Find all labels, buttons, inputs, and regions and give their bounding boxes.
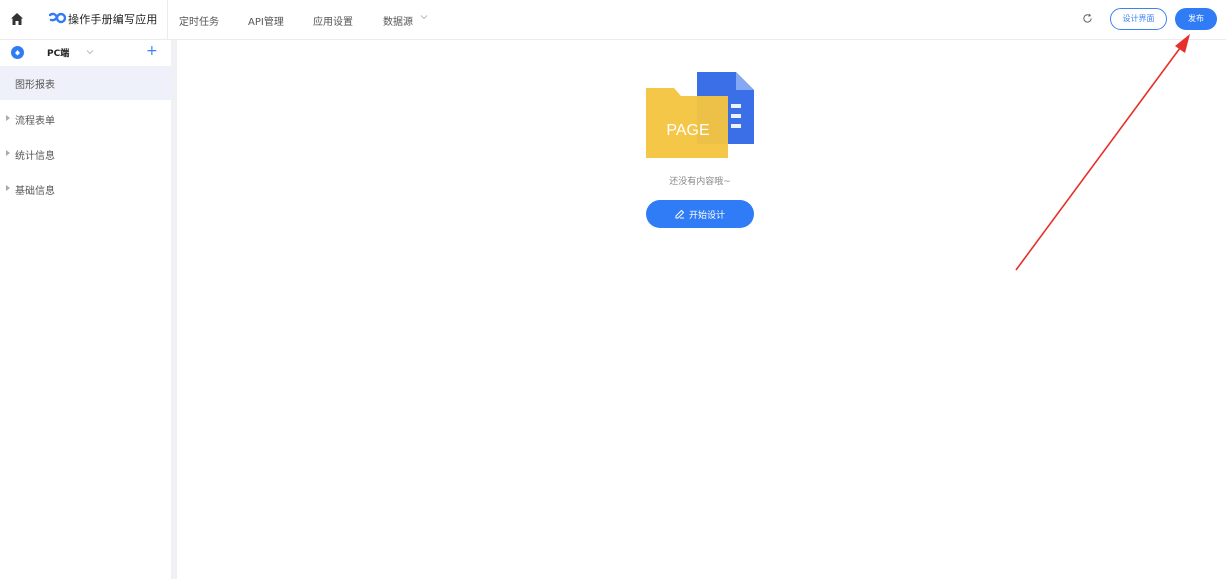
sidebar: PC端 + 图形报表 流程表单 统计信息 基础信息 <box>0 40 172 579</box>
empty-state-text: 还没有内容哦~ <box>669 177 731 187</box>
platform-label: PC端 <box>47 49 70 59</box>
sidebar-item-graph-report[interactable]: 图形报表 <box>0 66 171 100</box>
nav-scheduled-tasks[interactable]: 定时任务 <box>179 13 219 28</box>
chevron-down-icon[interactable] <box>86 49 94 55</box>
edit-icon <box>675 209 685 219</box>
app-title[interactable]: 操作手册编写应用 <box>68 11 158 27</box>
sidebar-item-label: 流程表单 <box>15 116 55 127</box>
sidebar-item-label: 统计信息 <box>15 151 55 162</box>
caret-right-icon <box>6 185 10 191</box>
plus-icon[interactable]: + <box>146 43 158 59</box>
start-design-label: 开始设计 <box>688 210 725 221</box>
page-illustration: PAGE <box>646 72 754 158</box>
refresh-icon[interactable] <box>1082 13 1093 24</box>
design-interface-button[interactable]: 设计界面 <box>1110 8 1167 30</box>
caret-right-icon <box>6 115 10 121</box>
chevron-down-icon[interactable] <box>420 13 428 21</box>
sidebar-item-statistics[interactable]: 统计信息 <box>0 137 171 171</box>
sidebar-item-label: 基础信息 <box>15 186 55 197</box>
illustration-label: PAGE <box>666 122 709 139</box>
home-icon[interactable] <box>9 11 25 27</box>
start-design-button[interactable]: 开始设计 <box>646 200 754 228</box>
sidebar-item-label: 图形报表 <box>15 80 55 91</box>
nav-data-source[interactable]: 数据源 <box>383 13 413 28</box>
nav-divider <box>167 0 168 39</box>
nav-api-management[interactable]: API管理 <box>248 13 284 28</box>
nav-app-settings[interactable]: 应用设置 <box>313 13 353 28</box>
publish-button[interactable]: 发布 <box>1175 8 1217 30</box>
sidebar-item-process-form[interactable]: 流程表单 <box>0 102 171 136</box>
top-bar: 操作手册编写应用 定时任务 API管理 应用设置 数据源 设计界面 发布 <box>0 0 1226 40</box>
platform-icon <box>11 46 24 59</box>
sidebar-item-basic-info[interactable]: 基础信息 <box>0 172 171 206</box>
app-logo-icon <box>49 12 66 24</box>
caret-right-icon <box>6 150 10 156</box>
platform-selector[interactable]: PC端 + <box>0 40 171 66</box>
